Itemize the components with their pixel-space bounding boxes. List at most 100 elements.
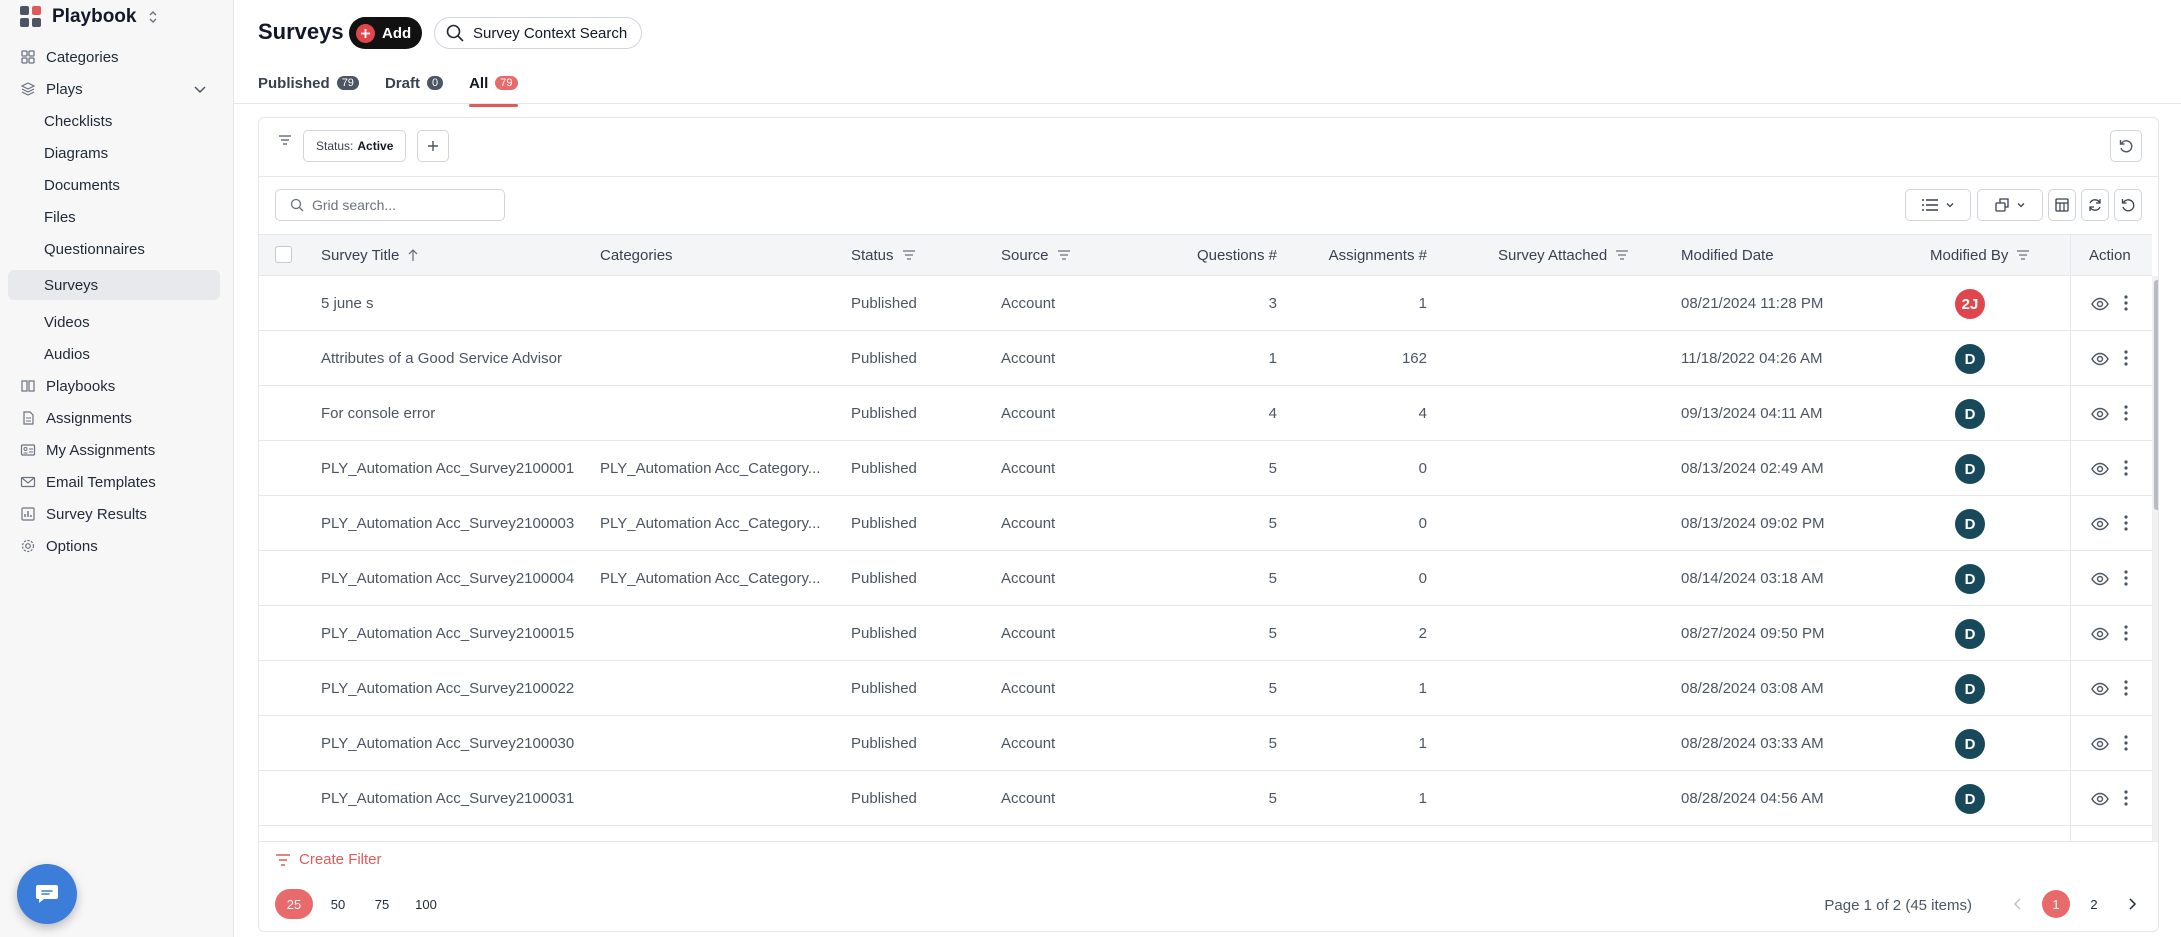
column-header-categories[interactable]: Categories xyxy=(600,235,673,275)
more-vertical-icon[interactable] xyxy=(2117,679,2135,697)
page-1-button[interactable]: 1 xyxy=(2042,890,2070,918)
survey-context-search-button[interactable]: Survey Context Search xyxy=(434,17,642,49)
eye-icon[interactable] xyxy=(2091,295,2109,313)
view-options-dropdown[interactable] xyxy=(1905,189,1971,221)
page-size-25[interactable]: 25 xyxy=(275,889,313,919)
sidebar-item-diagrams[interactable]: Diagrams xyxy=(8,138,220,168)
sidebar-item-assignments[interactable]: Assignments xyxy=(8,403,220,433)
cell-survey-title[interactable]: PLY_Automation Acc_Survey2100031 xyxy=(321,771,574,825)
avatar[interactable]: D xyxy=(1955,399,1985,429)
table-row[interactable]: PLY_Automation Acc_Survey2100003 PLY_Auto… xyxy=(259,496,2152,551)
column-header-questions[interactable]: Questions # xyxy=(1159,235,1277,275)
refresh-button[interactable] xyxy=(2081,189,2109,221)
sidebar-item-categories[interactable]: Categories xyxy=(8,42,220,72)
eye-icon[interactable] xyxy=(2091,625,2109,643)
reset-grid-button[interactable] xyxy=(2114,189,2142,221)
more-vertical-icon[interactable] xyxy=(2117,349,2135,367)
add-filter-button[interactable] xyxy=(417,130,449,162)
column-chooser-button[interactable] xyxy=(2048,189,2076,221)
sidebar-item-audios[interactable]: Audios xyxy=(8,339,220,369)
column-header-modified-by[interactable]: Modified By xyxy=(1930,235,2030,275)
cell-survey-title[interactable]: PLY_Automation Acc_Survey2100004 xyxy=(321,551,574,605)
cell-survey-title[interactable]: Attributes of a Good Service Advisor xyxy=(321,331,562,385)
column-header-modified-date[interactable]: Modified Date xyxy=(1681,235,1774,275)
table-row[interactable]: PLY_Automation Acc_Survey2100004 PLY_Auto… xyxy=(259,551,2152,606)
table-row[interactable]: For console error Published Account 4 4 09/13… xyxy=(259,386,2152,441)
cell-survey-title[interactable]: For console error xyxy=(321,386,435,440)
tab-all[interactable]: All 79 xyxy=(469,72,518,107)
page-size-100[interactable]: 100 xyxy=(407,889,445,919)
app-switcher[interactable]: Playbook xyxy=(20,4,158,30)
cell-survey-title[interactable]: PLY_Automation Acc_Survey2100022 xyxy=(321,661,574,715)
avatar[interactable]: D xyxy=(1955,564,1985,594)
eye-icon[interactable] xyxy=(2091,460,2109,478)
column-header-status[interactable]: Status xyxy=(851,235,916,275)
sidebar-item-files[interactable]: Files xyxy=(8,202,220,232)
page-size-50[interactable]: 50 xyxy=(319,889,357,919)
tab-published[interactable]: Published 79 xyxy=(258,72,359,94)
table-row[interactable]: PLY_Automation Acc_Survey2100030 Publishe… xyxy=(259,716,2152,771)
cell-survey-title[interactable]: PLY_Automation Acc_Survey2100003 xyxy=(321,496,574,550)
sidebar-item-options[interactable]: Options xyxy=(8,531,220,561)
avatar[interactable]: D xyxy=(1955,454,1985,484)
page-2-button[interactable]: 2 xyxy=(2080,890,2108,918)
select-all-checkbox[interactable] xyxy=(275,246,292,263)
avatar[interactable]: D xyxy=(1955,619,1985,649)
sidebar-item-plays[interactable]: Plays xyxy=(8,74,220,104)
column-header-assignments[interactable]: Assignments # xyxy=(1289,235,1427,275)
page-size-75[interactable]: 75 xyxy=(363,889,401,919)
scrollbar-thumb[interactable] xyxy=(2154,280,2158,510)
more-vertical-icon[interactable] xyxy=(2117,514,2135,532)
table-row[interactable]: PLY_Automation Acc_Survey2100001 PLY_Auto… xyxy=(259,441,2152,496)
next-page-button[interactable] xyxy=(2118,890,2146,918)
sidebar-item-videos[interactable]: Videos xyxy=(8,307,220,337)
filter-icon[interactable] xyxy=(277,132,293,148)
avatar[interactable]: D xyxy=(1955,344,1985,374)
more-vertical-icon[interactable] xyxy=(2117,734,2135,752)
column-header-source[interactable]: Source xyxy=(1001,235,1071,275)
add-button[interactable]: Add xyxy=(349,17,422,49)
column-header-survey-attached[interactable]: Survey Attached xyxy=(1498,235,1629,275)
column-header-survey-title[interactable]: Survey Title xyxy=(321,235,419,275)
cell-survey-title[interactable]: PLY_Automation Acc_Survey2100030 xyxy=(321,716,574,770)
avatar[interactable]: 2J xyxy=(1955,289,1985,319)
cell-survey-title[interactable]: 5 june s xyxy=(321,276,374,330)
chat-button[interactable] xyxy=(17,864,77,924)
status-filter-chip[interactable]: Status: Active xyxy=(303,130,407,162)
sidebar-item-checklists[interactable]: Checklists xyxy=(8,106,220,136)
sidebar-item-surveys[interactable]: Surveys xyxy=(8,270,220,300)
eye-icon[interactable] xyxy=(2091,405,2109,423)
sidebar-item-documents[interactable]: Documents xyxy=(8,170,220,200)
table-row[interactable]: PLY_Automation Acc_Survey2100022 Publishe… xyxy=(259,661,2152,716)
avatar[interactable]: D xyxy=(1955,509,1985,539)
export-dropdown[interactable] xyxy=(1977,189,2043,221)
table-row[interactable]: PLY_Automation Acc_Survey2100015 Publishe… xyxy=(259,606,2152,661)
eye-icon[interactable] xyxy=(2091,680,2109,698)
grid-search-input[interactable]: Grid search... xyxy=(275,189,505,221)
reset-filters-button[interactable] xyxy=(2110,130,2142,162)
sidebar-item-survey-results[interactable]: Survey Results xyxy=(8,499,220,529)
sidebar-item-playbooks[interactable]: Playbooks xyxy=(8,371,220,401)
avatar[interactable]: D xyxy=(1955,674,1985,704)
more-vertical-icon[interactable] xyxy=(2117,569,2135,587)
more-vertical-icon[interactable] xyxy=(2117,624,2135,642)
previous-page-button[interactable] xyxy=(2004,890,2032,918)
eye-icon[interactable] xyxy=(2091,570,2109,588)
eye-icon[interactable] xyxy=(2091,735,2109,753)
filter-icon[interactable] xyxy=(902,249,916,261)
more-vertical-icon[interactable] xyxy=(2117,789,2135,807)
filter-icon[interactable] xyxy=(2016,249,2030,261)
table-row[interactable]: Attributes of a Good Service Advisor Publ… xyxy=(259,331,2152,386)
avatar[interactable]: D xyxy=(1955,729,1985,759)
sidebar-item-my-assignments[interactable]: My Assignments xyxy=(8,435,220,465)
eye-icon[interactable] xyxy=(2091,515,2109,533)
more-vertical-icon[interactable] xyxy=(2117,459,2135,477)
table-row[interactable]: 5 june s Published Account 3 1 08/21/2024 11:… xyxy=(259,276,2152,331)
cell-survey-title[interactable]: PLY_Automation Acc_Survey2100001 xyxy=(321,441,574,495)
sidebar-item-email-templates[interactable]: Email Templates xyxy=(8,467,220,497)
cell-survey-title[interactable]: PLY_Automation Acc_Survey2100015 xyxy=(321,606,574,660)
sidebar-item-questionnaires[interactable]: Questionnaires xyxy=(8,234,220,264)
create-filter-button[interactable]: Create Filter xyxy=(275,851,382,868)
eye-icon[interactable] xyxy=(2091,790,2109,808)
filter-icon[interactable] xyxy=(1057,249,1071,261)
